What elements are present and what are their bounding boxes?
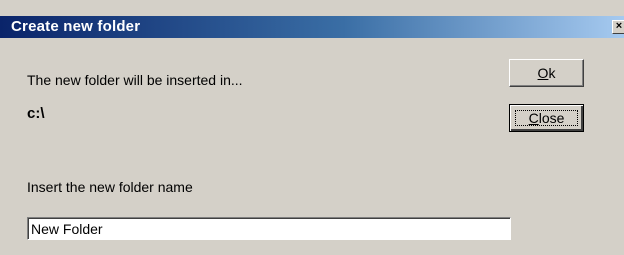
target-path-label: c:\ <box>27 105 45 122</box>
close-button[interactable]: Close <box>509 104 584 132</box>
folder-name-label: Insert the new folder name <box>27 179 193 195</box>
ok-button-label: k <box>548 65 556 81</box>
ok-button-mnemonic: O <box>537 65 549 81</box>
close-button-label: lose <box>538 110 565 126</box>
close-icon[interactable]: × <box>612 20 624 34</box>
folder-name-input[interactable] <box>27 217 511 240</box>
ok-button[interactable]: Ok <box>509 59 584 87</box>
close-button-mnemonic: C <box>528 110 539 126</box>
create-folder-dialog: Create new folder × The new folder will … <box>0 0 624 255</box>
title-bar[interactable]: Create new folder × <box>0 16 624 38</box>
inserted-in-label: The new folder will be inserted in... <box>27 72 243 88</box>
dialog-title: Create new folder <box>11 18 141 35</box>
